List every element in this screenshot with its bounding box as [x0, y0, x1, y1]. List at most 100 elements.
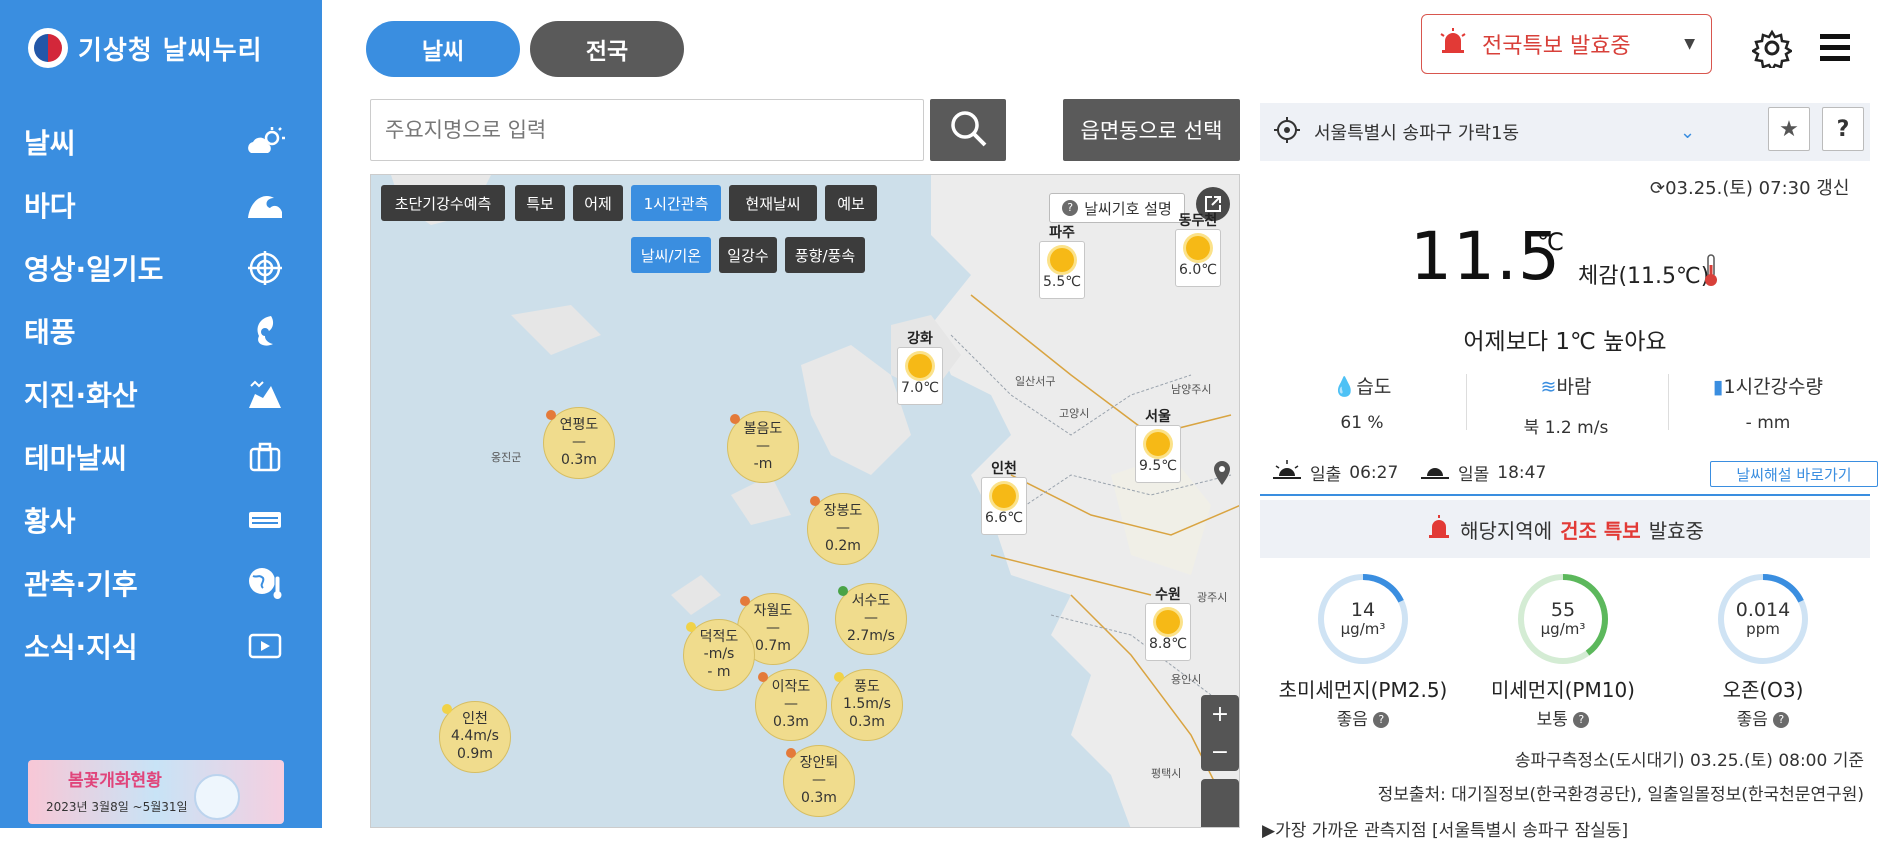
- station-dongducheon[interactable]: 동두천 6.0℃: [1175, 213, 1221, 287]
- sea-point-pungdo[interactable]: 풍도 1.5m/s 0.3m: [831, 669, 903, 741]
- help-icon[interactable]: ?: [1573, 712, 1590, 728]
- hamburger-menu-icon[interactable]: [1818, 30, 1852, 66]
- map-tab-yesterday[interactable]: 어제: [573, 185, 623, 221]
- weather-commentary-link[interactable]: 날씨해설 바로가기: [1710, 461, 1878, 487]
- map-tab-warning[interactable]: 특보: [515, 185, 565, 221]
- map-pin-icon[interactable]: [1213, 461, 1231, 489]
- weather-map[interactable]: 초단기강수예측 특보 어제 1시간관측 현재날씨 예보 날씨/기온 일강수 풍향…: [370, 174, 1240, 828]
- sea-wave: 0.7m: [755, 637, 791, 654]
- station-name: 서울: [1145, 409, 1171, 425]
- map-tab-current[interactable]: 현재날씨: [729, 185, 817, 221]
- sunset-time: 18:47: [1497, 462, 1547, 483]
- map-subtab-temp[interactable]: 날씨/기온: [631, 237, 711, 273]
- update-time-text: 03.25.(토) 07:30 갱신: [1665, 178, 1850, 199]
- station-incheon[interactable]: 인천 6.6℃: [981, 461, 1027, 535]
- station-temp: 7.0℃: [901, 380, 939, 396]
- refresh-icon[interactable]: ⟳: [1650, 178, 1665, 199]
- rain-gauge-icon: ▮: [1713, 376, 1724, 398]
- place-label: 용인시: [1171, 673, 1202, 686]
- help-icon[interactable]: ?: [1773, 712, 1790, 728]
- sea-wind: —: [864, 610, 878, 627]
- sea-wave: 0.3m: [773, 713, 809, 730]
- sunny-icon: [992, 484, 1016, 508]
- station-paju[interactable]: 파주 5.5℃: [1039, 225, 1085, 299]
- place-label: 광주시: [1197, 591, 1228, 604]
- compare-yesterday: 어제보다 1℃ 높아요: [1463, 329, 1667, 355]
- nav-item-sea[interactable]: 바다: [0, 173, 322, 236]
- sea-point-yeonpyeong[interactable]: 연평도 —0.3m: [543, 407, 615, 479]
- zoom-out-button[interactable]: −: [1211, 740, 1229, 765]
- dong-select-button[interactable]: 읍면동으로 선택: [1063, 99, 1240, 161]
- map-subtab-wind[interactable]: 풍향/풍속: [785, 237, 865, 273]
- status-dot: [442, 704, 452, 714]
- help-icon[interactable]: ?: [1373, 712, 1390, 728]
- nearest-station-link[interactable]: ▶가장 가까운 관측지점 [서울특별시 송파구 잠실동]: [1262, 816, 1628, 841]
- ozone-gauge[interactable]: 0.014 ppm: [1716, 572, 1810, 666]
- nav-item-earthquake[interactable]: 지진·화산: [0, 362, 322, 425]
- wave-icon: [244, 188, 286, 222]
- rain-stat: ▮1시간강수량 - mm: [1668, 372, 1868, 433]
- nav-item-news[interactable]: 소식·지식: [0, 614, 322, 677]
- nav-item-theme[interactable]: 테마날씨: [0, 425, 322, 488]
- nav-item-climate[interactable]: 관측·기후: [0, 551, 322, 614]
- station-ganghwa[interactable]: 강화 7.0℃: [897, 331, 943, 405]
- pm25-gauge[interactable]: 14 μg/m³: [1316, 572, 1410, 666]
- map-tab-hourly-obs[interactable]: 1시간관측: [631, 185, 721, 221]
- sea-name: 덕적도: [699, 628, 739, 645]
- map-tab-forecast[interactable]: 예보: [825, 185, 877, 221]
- map-subtab-rain[interactable]: 일강수: [719, 237, 777, 273]
- tab-nation[interactable]: 전국: [530, 21, 684, 77]
- warning-prefix: 해당지역에: [1460, 518, 1553, 543]
- local-warning-banner[interactable]: 해당지역에 건조 특보 발효중: [1260, 500, 1870, 558]
- station-name: 강화: [907, 331, 933, 347]
- sea-point-boreumdo[interactable]: 볼음도 — -m: [727, 411, 799, 483]
- alert-label: 전국특보 발효중: [1482, 34, 1631, 59]
- warning-suffix: 발효중: [1648, 518, 1704, 543]
- sea-point-jangbongdo[interactable]: 장봉도 —0.2m: [807, 493, 879, 565]
- sunny-icon: [1050, 248, 1074, 272]
- sea-name: 연평도: [559, 416, 599, 433]
- sea-name: 자월도: [753, 602, 793, 619]
- nav-item-dust[interactable]: 황사: [0, 488, 322, 551]
- kma-logo[interactable]: 기상청 날씨누리: [28, 28, 263, 68]
- tab-weather[interactable]: 날씨: [366, 21, 520, 77]
- sea-point-ijakdo[interactable]: 이작도 —0.3m: [755, 669, 827, 741]
- sun-times: 일출 06:27 일몰 18:47 날씨해설 바로가기: [1272, 460, 1878, 490]
- sea-wave: 0.3m: [849, 713, 885, 730]
- sea-wave: 0.9m: [457, 745, 493, 762]
- flower-bloom-banner[interactable]: 봄꽃개화현황 2023년 3월8일 ~5월31일: [28, 760, 284, 824]
- sea-point-janganttoe[interactable]: 장안퇴 —0.3m: [783, 745, 855, 817]
- gear-icon[interactable]: [1750, 28, 1794, 73]
- station-name: 파주: [1049, 225, 1075, 241]
- ozone-unit: ppm: [1746, 620, 1780, 639]
- rain-label: 1시간강수량: [1723, 376, 1823, 398]
- ozone-value: 0.014: [1735, 599, 1791, 622]
- station-name: 동두천: [1178, 213, 1218, 229]
- sea-point-incheon[interactable]: 인천 4.4m/s 0.9m: [439, 701, 511, 773]
- map-tab-nowcast[interactable]: 초단기강수예측: [381, 185, 505, 221]
- search-button[interactable]: [930, 99, 1006, 161]
- station-temp: 9.5℃: [1139, 458, 1177, 474]
- search-input[interactable]: [370, 99, 924, 161]
- banner-title: 봄꽃개화현황: [68, 771, 162, 791]
- nav-item-typhoon[interactable]: 태풍: [0, 299, 322, 362]
- nav-item-satellite[interactable]: 영상·일기도: [0, 236, 322, 299]
- place-label: 고양시: [1059, 407, 1090, 420]
- nationwide-alert-dropdown[interactable]: 전국특보 발효중 ▼: [1421, 14, 1712, 74]
- ruler-tool-icon[interactable]: [1201, 779, 1239, 827]
- sea-point-seosudo[interactable]: 서수도 —2.7m/s: [835, 583, 907, 655]
- nav-item-weather[interactable]: 날씨: [0, 110, 322, 173]
- weather-symbol-legend-button[interactable]: ? 날씨기호 설명: [1049, 193, 1185, 223]
- help-button[interactable]: ?: [1822, 107, 1864, 151]
- station-seoul[interactable]: 서울 9.5℃: [1135, 409, 1181, 483]
- pm10-gauge[interactable]: 55 μg/m³: [1516, 572, 1610, 666]
- zoom-in-button[interactable]: +: [1211, 702, 1229, 727]
- search-icon: [948, 108, 988, 152]
- favorite-star-button[interactable]: ★: [1768, 107, 1810, 151]
- status-dot: [740, 596, 750, 606]
- cloud-sun-icon: [244, 125, 286, 159]
- station-suwon[interactable]: 수원 8.8℃: [1145, 587, 1191, 661]
- sea-point-deokjeokdo[interactable]: 덕적도 -m/s - m: [683, 619, 755, 691]
- divider: [1260, 494, 1870, 496]
- radar-icon: [244, 250, 286, 285]
